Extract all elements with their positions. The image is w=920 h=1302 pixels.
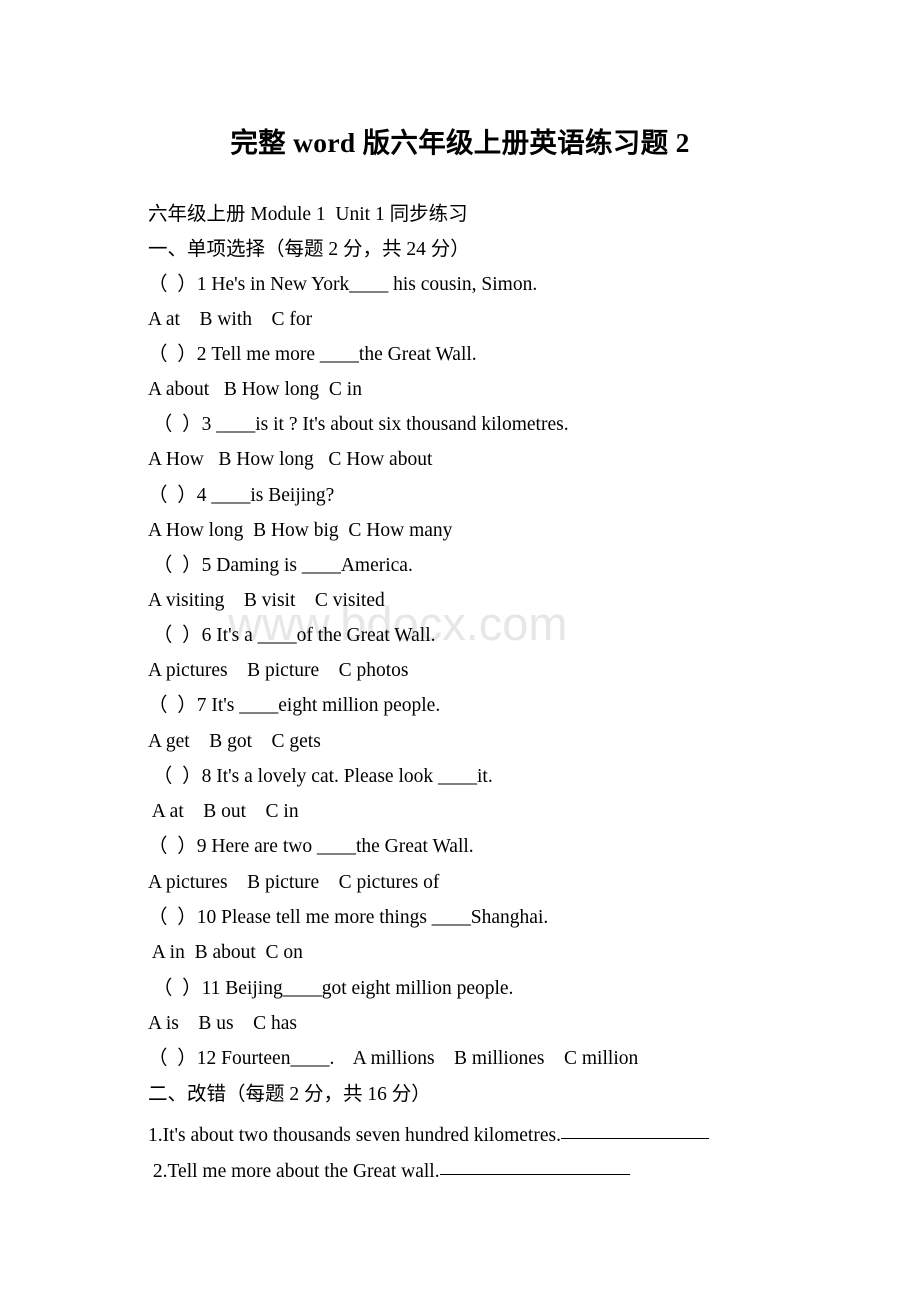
page-title: 完整 word 版六年级上册英语练习题 2 xyxy=(230,127,690,158)
question-9-stem: （ ）9 Here are two ____the Great Wall. xyxy=(148,836,474,857)
question-5-options: A visiting B visit C visited xyxy=(148,590,385,611)
question-4-stem: （ ）4 ____is Beijing? xyxy=(148,485,335,506)
question-8-options: A at B out C in xyxy=(148,801,299,822)
question-11-options: A is B us C has xyxy=(148,1013,297,1034)
question-4-options: A How long B How big C How many xyxy=(148,520,453,541)
question-1-options: A at B with C for xyxy=(148,309,313,330)
question-1-stem: （ ）1 He's in New York____ his cousin, Si… xyxy=(148,274,538,295)
section-two-heading: 二、改错（每题 2 分，共 16 分） xyxy=(148,1084,431,1105)
document-page: www.bdocx.com 完整 word 版六年级上册英语练习题 2 六年级上… xyxy=(0,0,920,1302)
question-10-options: A in B about C on xyxy=(148,942,303,963)
question-11-stem: （ ）11 Beijing____got eight million peopl… xyxy=(148,978,514,999)
document-subheader: 六年级上册 Module 1 Unit 1 同步练习 xyxy=(148,204,468,225)
question-2-stem: （ ）2 Tell me more ____the Great Wall. xyxy=(148,344,477,365)
question-3-options: A How B How long C How about xyxy=(148,449,433,470)
correction-item-2-text: 2.Tell me more about the Great wall. xyxy=(148,1161,440,1182)
question-7-stem: （ ）7 It's ____eight million people. xyxy=(148,695,441,716)
correction-item-2: 2.Tell me more about the Great wall. xyxy=(148,1160,630,1184)
question-8-stem: （ ）8 It's a lovely cat. Please look ____… xyxy=(148,766,493,787)
question-9-options: A pictures B picture C pictures of xyxy=(148,872,440,893)
question-6-stem: （ ）6 It's a ____of the Great Wall. xyxy=(148,625,436,646)
question-5-stem: （ ）5 Daming is ____America. xyxy=(148,555,413,576)
question-7-options: A get B got C gets xyxy=(148,731,321,752)
answer-blank-1[interactable] xyxy=(560,1138,709,1139)
question-2-options: A about B How long C in xyxy=(148,379,362,400)
answer-blank-2[interactable] xyxy=(439,1174,630,1175)
correction-item-1: 1.It's about two thousands seven hundred… xyxy=(148,1124,709,1148)
question-12-stem: （ ）12 Fourteen____. A millions B million… xyxy=(148,1048,639,1069)
correction-item-1-text: 1.It's about two thousands seven hundred… xyxy=(148,1125,561,1146)
question-3-stem: （ ）3 ____is it ? It's about six thousand… xyxy=(148,414,569,435)
section-one-heading: 一、单项选择（每题 2 分，共 24 分） xyxy=(148,239,470,260)
question-6-options: A pictures B picture C photos xyxy=(148,660,409,681)
question-10-stem: （ ）10 Please tell me more things ____Sha… xyxy=(148,907,549,928)
